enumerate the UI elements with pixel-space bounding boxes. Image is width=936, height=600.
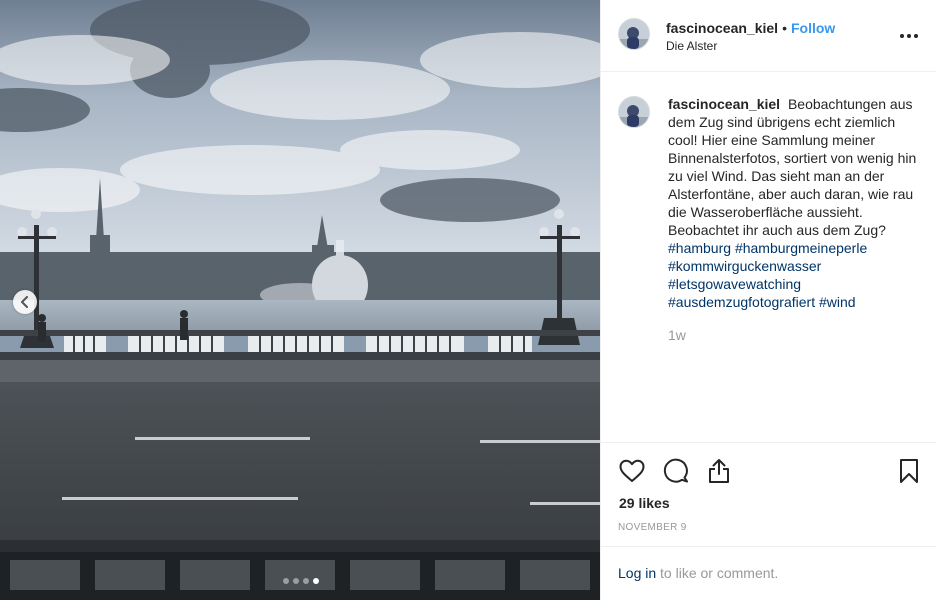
hashtag-link[interactable]: #wind	[819, 294, 856, 310]
share-icon	[709, 459, 729, 483]
carousel-dot-active	[313, 578, 319, 584]
follow-button[interactable]: Follow	[791, 20, 835, 36]
hashtag-link[interactable]: #hamburgmeineperle	[735, 240, 867, 256]
avatar[interactable]	[618, 96, 650, 128]
heart-icon	[619, 459, 645, 482]
avatar-image	[619, 97, 649, 127]
hashtag-link[interactable]: #letsgowavewatching	[668, 276, 801, 292]
post-photo[interactable]	[0, 0, 600, 600]
save-button[interactable]	[895, 457, 923, 485]
more-options-button[interactable]	[897, 26, 921, 46]
caption-timestamp[interactable]: 1w	[668, 327, 686, 343]
caption-text: Beobachtungen aus dem Zug sind übrigens …	[668, 96, 917, 238]
caption-username[interactable]: fascinocean_kiel	[668, 96, 780, 112]
header-username[interactable]: fascinocean_kiel	[666, 20, 778, 36]
chevron-left-icon	[21, 296, 28, 308]
share-button[interactable]	[705, 457, 733, 485]
carousel-dot	[293, 578, 299, 584]
post-actions: 29 likes NOVEMBER 9	[601, 442, 936, 546]
login-suffix: to like or comment.	[660, 565, 779, 581]
post-header: fascinocean_kiel • Follow Die Alster	[601, 0, 936, 72]
likes-count[interactable]: 29 likes	[619, 495, 670, 511]
photo-scene	[0, 0, 600, 600]
comment-icon	[663, 458, 688, 483]
hashtag-link[interactable]: #hamburg	[668, 240, 731, 256]
header-user-row: fascinocean_kiel • Follow	[666, 20, 835, 36]
post-date: NOVEMBER 9	[618, 522, 687, 533]
carousel-prev-button[interactable]	[13, 290, 37, 314]
comments-section: fascinocean_kiel Beobachtungen aus dem Z…	[601, 72, 936, 442]
separator-dot: •	[782, 20, 787, 36]
hashtag-link[interactable]: #kommwirguckenwasser	[668, 258, 821, 274]
post-side-panel: fascinocean_kiel • Follow Die Alster fasci…	[600, 0, 936, 600]
comment-button[interactable]	[662, 457, 690, 485]
login-prompt: Log in to like or comment.	[601, 546, 936, 600]
avatar-image	[619, 19, 649, 49]
post-caption: fascinocean_kiel Beobachtungen aus dem Z…	[668, 95, 926, 311]
bookmark-icon	[900, 459, 918, 483]
carousel-dot	[303, 578, 309, 584]
avatar[interactable]	[618, 18, 650, 50]
login-link[interactable]: Log in	[618, 565, 656, 581]
like-button[interactable]	[618, 457, 646, 485]
carousel-dot	[283, 578, 289, 584]
login-prompt-text: Log in to like or comment.	[618, 565, 778, 581]
more-options-icon	[900, 34, 918, 38]
carousel-indicator	[283, 578, 319, 584]
location-link[interactable]: Die Alster	[666, 39, 717, 53]
hashtag-link[interactable]: #ausdemzugfotografiert	[668, 294, 815, 310]
